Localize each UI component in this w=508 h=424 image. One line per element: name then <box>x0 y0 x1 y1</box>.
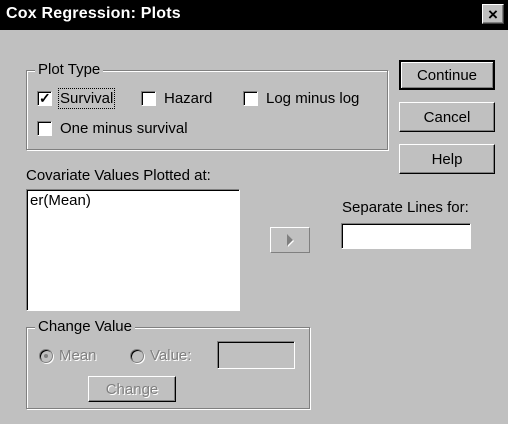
title-bar: Cox Regression: Plots × <box>0 0 508 30</box>
value-radio[interactable]: Value: <box>130 347 191 364</box>
close-icon: × <box>488 4 498 24</box>
plot-type-legend: Plot Type <box>35 61 104 79</box>
mean-label: Mean <box>59 347 97 364</box>
list-item[interactable]: er(Mean) <box>30 192 91 209</box>
log-minus-log-checkbox[interactable]: Log minus log <box>243 90 359 107</box>
move-arrow-button[interactable] <box>270 227 310 253</box>
radio-button <box>39 348 53 363</box>
survival-checkbox[interactable]: ✓ Survival <box>37 88 116 109</box>
radio-button <box>130 348 144 363</box>
change-value-legend: Change Value <box>35 318 135 336</box>
close-button[interactable]: × <box>482 4 504 24</box>
window-title: Cox Regression: Plots <box>6 5 181 22</box>
checkbox-box: ✓ <box>37 90 52 106</box>
change-button[interactable]: Change <box>88 376 176 402</box>
cancel-button[interactable]: Cancel <box>399 102 495 132</box>
checkmark-icon: ✓ <box>39 90 51 106</box>
continue-button[interactable]: Continue <box>399 60 495 90</box>
plot-type-group: Plot Type ✓ Survival Hazard Log minus lo… <box>26 61 388 150</box>
checkbox-box <box>141 91 156 106</box>
help-button[interactable]: Help <box>399 144 495 174</box>
checkbox-box <box>243 91 258 106</box>
hazard-checkbox[interactable]: Hazard <box>141 90 212 107</box>
separate-lines-label: Separate Lines for: <box>342 199 469 216</box>
survival-label: Survival <box>57 88 116 109</box>
one-minus-survival-label: One minus survival <box>60 120 188 137</box>
change-value-group: Change Value Mean Value: Change <box>26 318 310 409</box>
one-minus-survival-checkbox[interactable]: One minus survival <box>37 120 188 137</box>
log-minus-log-label: Log minus log <box>266 90 360 107</box>
covariate-values-list[interactable]: er(Mean) <box>26 189 240 311</box>
separate-lines-field[interactable] <box>341 223 471 249</box>
mean-radio[interactable]: Mean <box>39 347 97 364</box>
value-label: Value: <box>150 347 192 364</box>
change-value-input[interactable] <box>217 341 295 369</box>
right-arrow-icon <box>287 234 293 246</box>
covariate-values-label: Covariate Values Plotted at: <box>26 167 211 184</box>
hazard-label: Hazard <box>164 90 213 107</box>
checkbox-box <box>37 121 52 136</box>
